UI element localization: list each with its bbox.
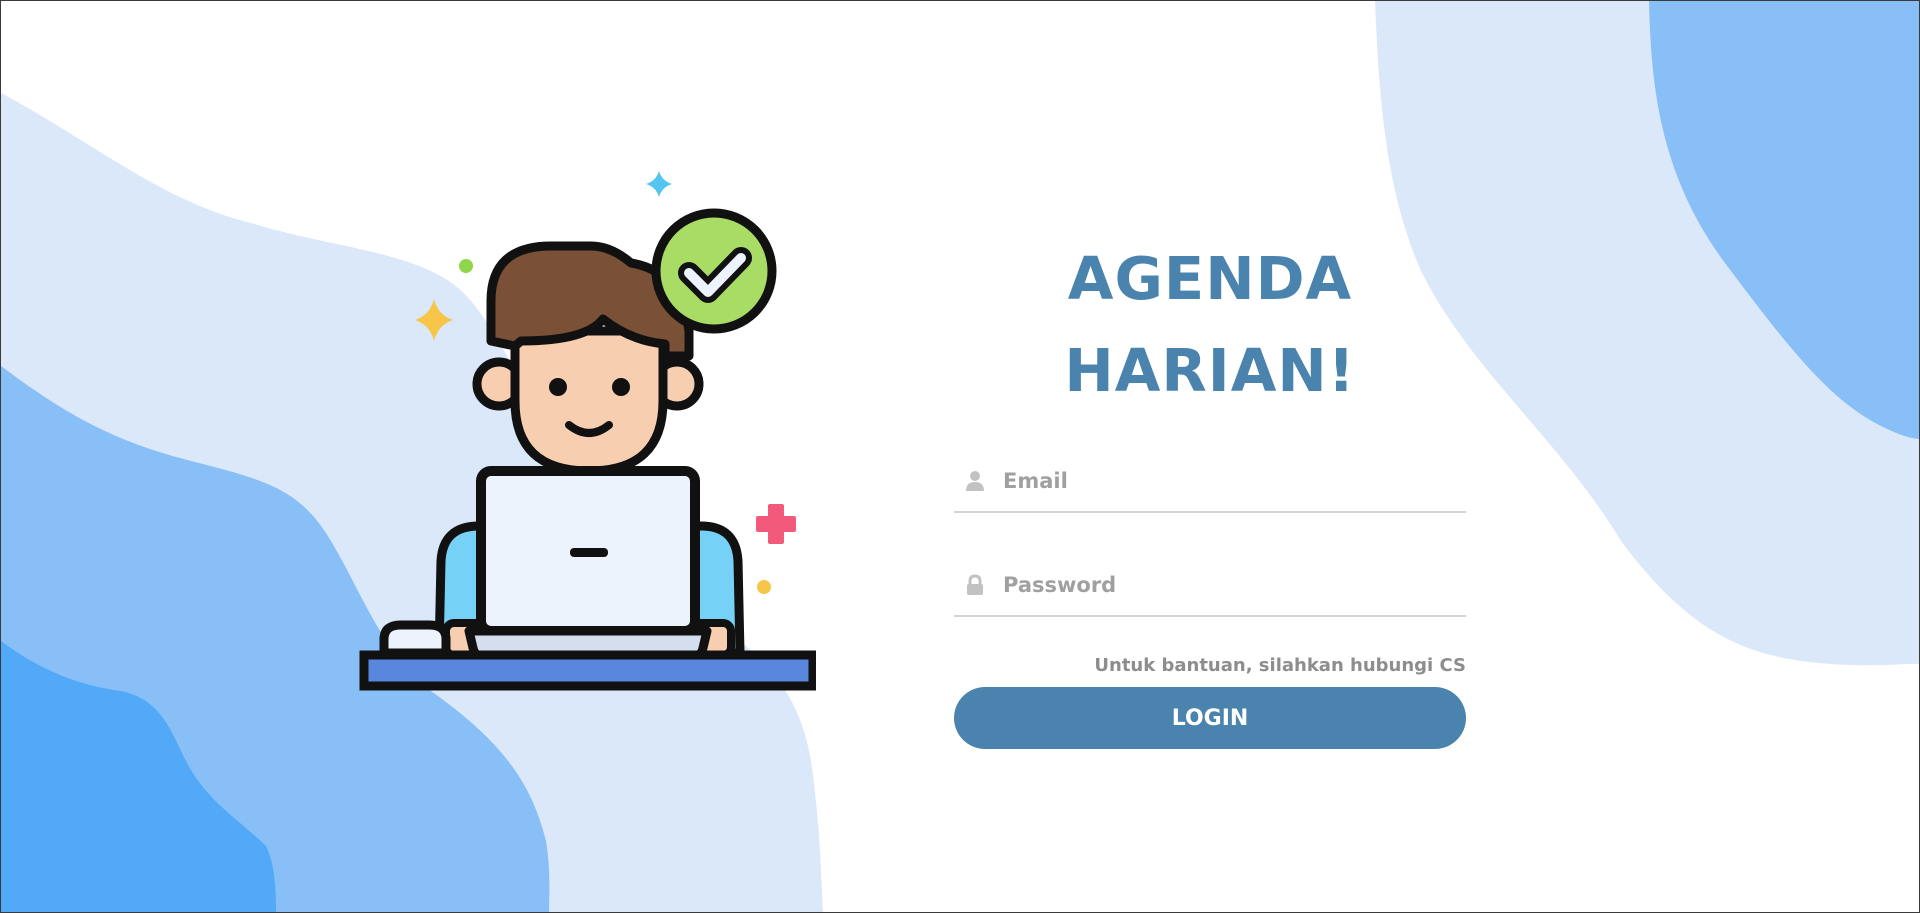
dot-yellow-icon [757,580,771,594]
help-text: Untuk bantuan, silahkan hubungi CS [1094,655,1466,676]
email-field [954,451,1466,513]
user-icon [963,469,987,493]
laptop-logo [570,548,608,557]
sparkle-yellow-icon [415,299,453,341]
email-input[interactable] [1001,468,1466,494]
left-eye [549,378,567,396]
face [510,326,668,476]
dot-green-icon [459,259,473,273]
password-input[interactable] [1001,572,1466,598]
desk [359,650,816,691]
password-field [954,555,1466,617]
page-title: AGENDA HARIAN! [1064,244,1356,405]
lock-icon [963,573,987,597]
sparkle-blue-icon [646,171,672,197]
login-button[interactable]: LOGIN [954,687,1466,749]
login-form: AGENDA HARIAN! Untuk bantuan, silahkan h… [954,233,1466,749]
mouse [379,620,451,658]
plus-pink-icon [756,504,796,544]
person-with-laptop-illustration [359,171,816,691]
right-eye [612,378,630,396]
page-frame: AGENDA HARIAN! Untuk bantuan, silahkan h… [0,0,1920,913]
